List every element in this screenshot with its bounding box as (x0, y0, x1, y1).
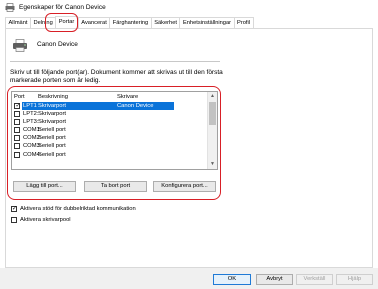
scroll-thumb[interactable] (209, 102, 216, 125)
apply-button[interactable]: Verkställ (296, 274, 333, 285)
window-title: Egenskaper för Canon Device (19, 3, 106, 11)
port-name: COM2: (23, 135, 42, 142)
pooling-option[interactable]: Aktivera skrivarpool (11, 217, 71, 223)
port-name: LPT2: (23, 111, 39, 118)
port-name: LPT1: (22, 102, 39, 110)
port-list-header: Port Beskrivning Skrivare (12, 92, 208, 102)
delete-port-button[interactable]: Ta bort port (84, 181, 147, 192)
port-description: Skrivarport (38, 119, 67, 126)
scroll-down-icon[interactable]: ▼ (208, 160, 217, 169)
port-printer (116, 134, 174, 142)
port-description: Seriell port (38, 151, 66, 158)
port-checkbox[interactable] (14, 143, 20, 150)
table-row[interactable]: COM1: Seriell port (12, 126, 208, 134)
scroll-up-icon[interactable]: ▲ (208, 92, 217, 101)
add-port-button[interactable]: Lägg till port... (13, 181, 76, 192)
tab-sharing[interactable]: Delning (29, 17, 56, 28)
column-printer[interactable]: Skrivare (116, 92, 196, 102)
tab-advanced[interactable]: Avancerat (77, 17, 110, 28)
port-checkbox[interactable] (14, 135, 20, 142)
port-printer (116, 118, 174, 126)
port-printer (116, 110, 174, 118)
printer-icon (5, 2, 15, 12)
checkmark-icon: ✓ (15, 103, 21, 109)
table-row[interactable]: ✓ LPT1: Skrivarport Canon Device (12, 102, 208, 110)
instruction-text: Skriv ut till följande port(ar). Dokumen… (10, 69, 223, 84)
tab-color-management[interactable]: Färghantering (109, 17, 151, 28)
table-row[interactable]: LPT2: Skrivarport (12, 110, 208, 118)
table-row[interactable]: COM4: Seriell port (12, 151, 208, 159)
ok-button[interactable]: OK (213, 274, 251, 285)
device-name: Canon Device (37, 41, 78, 48)
port-name: COM4: (23, 151, 42, 158)
port-printer (116, 151, 174, 159)
tab-strip: Allmänt Delning Portar Avancerat Färghan… (5, 16, 254, 28)
port-checkbox[interactable] (14, 119, 20, 126)
port-checkbox[interactable] (14, 151, 20, 158)
tab-security[interactable]: Säkerhet (150, 17, 180, 28)
port-description: Skrivarport (38, 111, 67, 118)
checkmark-icon: ✓ (12, 206, 18, 212)
port-list-scrollbar[interactable]: ▲ ▼ (207, 92, 217, 169)
column-port[interactable]: Port (12, 92, 37, 102)
port-printer: Canon Device (116, 102, 174, 110)
bidirectional-option[interactable]: ✓ Aktivera stöd för dubbelriktad kommuni… (11, 206, 136, 212)
tab-ports[interactable]: Portar (55, 16, 78, 28)
port-list[interactable]: Port Beskrivning Skrivare ✓ LPT1: Skriva… (11, 91, 218, 170)
table-row[interactable]: LPT3: Skrivarport (12, 118, 208, 126)
port-checkbox[interactable] (14, 111, 20, 118)
table-row[interactable]: COM2: Seriell port (12, 134, 208, 142)
port-checkbox[interactable] (14, 127, 20, 134)
tab-profile[interactable]: Profil (233, 17, 254, 28)
port-printer (116, 126, 174, 134)
port-name: COM3: (23, 143, 42, 150)
port-description: Seriell port (38, 143, 66, 150)
title-bar: Egenskaper för Canon Device (0, 0, 378, 14)
port-checkbox[interactable]: ✓ (14, 103, 21, 109)
column-description[interactable]: Beskrivning (37, 92, 116, 102)
table-row[interactable]: COM3: Seriell port (12, 142, 208, 150)
port-name: LPT3: (23, 119, 39, 126)
bidirectional-checkbox[interactable]: ✓ (11, 206, 17, 212)
port-description: Seriell port (38, 127, 66, 134)
port-description: Skrivarport (37, 102, 116, 110)
tab-device-settings[interactable]: Enhetsinställningar (179, 17, 234, 28)
bidirectional-label: Aktivera stöd för dubbelriktad kommunika… (20, 206, 136, 212)
device-printer-icon (13, 39, 27, 52)
separator (10, 61, 220, 62)
cancel-button[interactable]: Avbryt (256, 274, 293, 285)
pooling-label: Aktivera skrivarpool (20, 217, 71, 223)
help-button[interactable]: Hjälp (336, 274, 373, 285)
port-printer (116, 142, 174, 150)
port-rows: ✓ LPT1: Skrivarport Canon Device LPT2: S… (12, 102, 208, 159)
pooling-checkbox[interactable] (11, 217, 17, 223)
configure-port-button[interactable]: Konfigurera port... (153, 181, 216, 192)
tab-general[interactable]: Allmänt (5, 17, 30, 28)
port-name: COM1: (23, 127, 42, 134)
port-description: Seriell port (38, 135, 66, 142)
